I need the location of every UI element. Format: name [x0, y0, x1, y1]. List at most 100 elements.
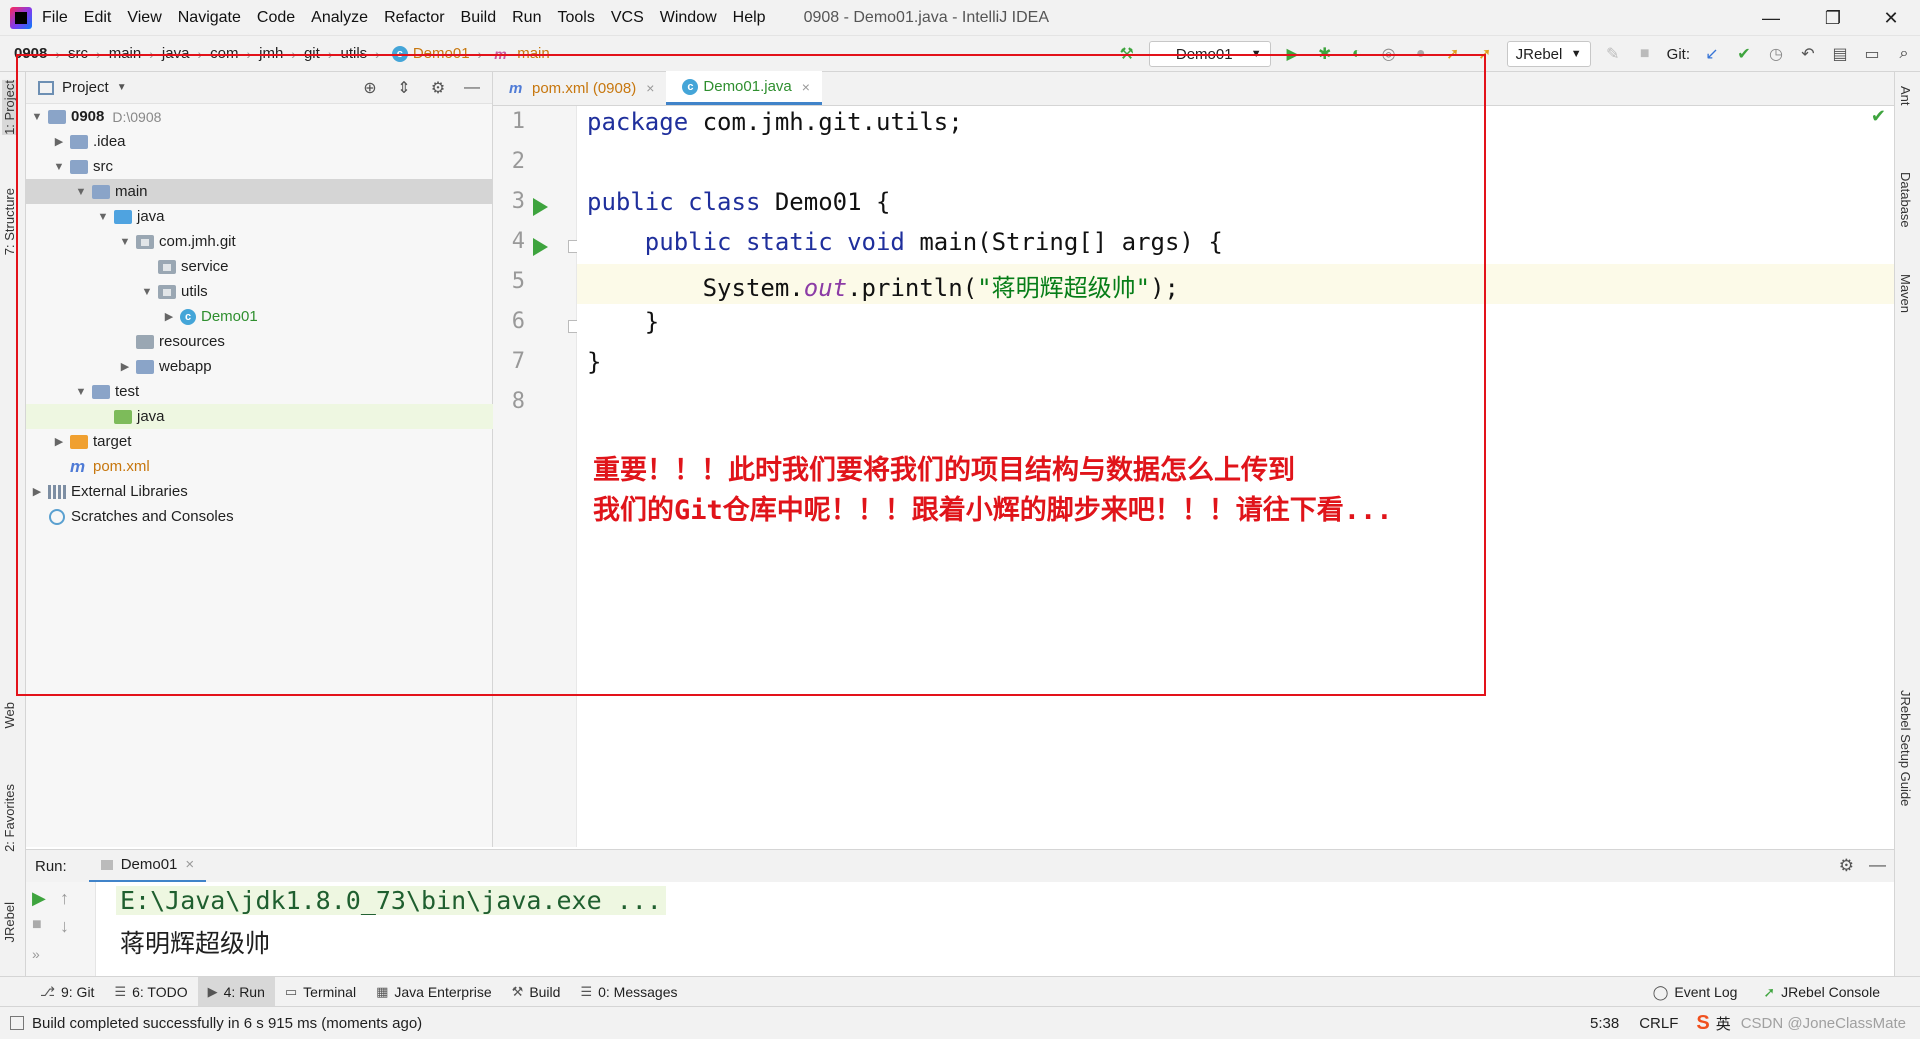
project-structure-icon[interactable]: ▤ [1828, 42, 1852, 66]
breadcrumb-item[interactable]: src [68, 45, 88, 62]
presentation-icon[interactable]: ▭ [1860, 42, 1884, 66]
expand-arrow-icon[interactable]: ▼ [74, 386, 88, 398]
tool-window-todo[interactable]: ☰ 6: TODO [104, 977, 197, 1007]
ime-mode[interactable]: 英 [1716, 1013, 1731, 1034]
line-separator[interactable]: CRLF [1639, 1015, 1678, 1032]
breadcrumb-item[interactable]: main [109, 45, 142, 62]
expand-arrow-icon[interactable]: ▼ [74, 186, 88, 198]
jrebel-debug-icon[interactable]: ➚ [1473, 42, 1497, 66]
breadcrumb-item[interactable]: com [210, 45, 238, 62]
tab-pom-xml[interactable]: m pom.xml (0908) × [493, 71, 666, 105]
gear-icon[interactable]: ⚙ [1839, 856, 1854, 876]
build-hammer-icon[interactable]: ⚒ [1115, 42, 1139, 66]
search-icon[interactable]: ⌕ [1892, 42, 1916, 66]
tool-tab-maven[interactable]: Maven [1898, 274, 1913, 313]
expand-arrow-icon[interactable]: ▼ [30, 111, 44, 123]
breadcrumb-item[interactable]: 0908 [14, 45, 47, 62]
menu-edit[interactable]: Edit [84, 9, 112, 27]
expand-arrow-icon[interactable]: ▶ [118, 360, 132, 373]
menu-file[interactable]: File [42, 9, 68, 27]
tool-tab-favorites[interactable]: 2: Favorites [2, 784, 17, 852]
code-editor[interactable]: ✔ package com.jmh.git.utils; public clas… [577, 106, 1894, 847]
tree-item-selected[interactable]: ▼ main [26, 179, 493, 204]
tree-item[interactable]: ▼ com.jmh.git [26, 229, 493, 254]
jrebel-select[interactable]: JRebel ▼ [1506, 41, 1591, 67]
scroll-down-icon[interactable]: ↓ [60, 916, 69, 937]
restore-button[interactable]: ❐ [1810, 0, 1856, 36]
expand-arrow-icon[interactable]: ▶ [52, 135, 66, 148]
tree-item[interactable]: java [26, 404, 493, 429]
gear-icon[interactable]: ⚙ [426, 76, 450, 100]
tool-window-jrebel-console[interactable]: JRebel Console [1781, 984, 1880, 1000]
tool-tab-project[interactable]: 1: Project [2, 80, 17, 135]
expand-arrow-icon[interactable]: ▶ [30, 485, 44, 498]
status-toggle-icon[interactable] [10, 1016, 24, 1030]
expand-arrow-icon[interactable]: ▼ [96, 211, 110, 223]
project-panel-title[interactable]: Project [62, 79, 109, 96]
menu-navigate[interactable]: Navigate [178, 9, 241, 27]
tool-window-event-log[interactable]: Event Log [1674, 984, 1737, 1000]
tree-item[interactable]: ▶ target [26, 429, 493, 454]
stop-square-icon[interactable]: ■ [1633, 42, 1657, 66]
tool-window-terminal[interactable]: ▭ Terminal [275, 977, 366, 1007]
tool-tab-structure[interactable]: 7: Structure [2, 188, 17, 255]
jrebel-run-icon[interactable]: ➚ [1441, 42, 1465, 66]
caret-position[interactable]: 5:38 [1590, 1015, 1619, 1032]
close-icon[interactable]: × [802, 79, 810, 95]
git-rollback-icon[interactable]: ↶ [1796, 42, 1820, 66]
breadcrumb-item[interactable]: git [304, 45, 320, 62]
minimize-button[interactable]: — [1748, 0, 1794, 36]
expand-arrow-icon[interactable]: ▼ [52, 161, 66, 173]
menu-tools[interactable]: Tools [557, 9, 594, 27]
menu-vcs[interactable]: VCS [611, 9, 644, 27]
menu-refactor[interactable]: Refactor [384, 9, 444, 27]
run-gutter-icon[interactable] [533, 238, 548, 256]
git-update-icon[interactable]: ↙ [1700, 42, 1724, 66]
breadcrumb-item[interactable]: Demo01 [413, 45, 470, 62]
menu-code[interactable]: Code [257, 9, 295, 27]
tree-item[interactable]: ▶ .idea [26, 129, 493, 154]
stop-icon[interactable]: ● [1409, 42, 1433, 66]
tree-item[interactable]: ▼ utils [26, 279, 493, 304]
run-tab-demo01[interactable]: Demo01 × [88, 850, 207, 883]
tool-window-git[interactable]: ⎇ 9: Git [30, 977, 104, 1007]
tool-window-build[interactable]: ⚒ Build [502, 977, 571, 1007]
tool-tab-jrebel-setup[interactable]: JRebel Setup Guide [1898, 690, 1913, 806]
menu-window[interactable]: Window [660, 9, 717, 27]
rerun-icon[interactable]: ▶ [32, 888, 46, 909]
close-window-button[interactable]: ✕ [1868, 0, 1914, 36]
expand-arrow-icon[interactable]: ▶ [162, 310, 176, 323]
stop-square-icon[interactable]: ■ [32, 916, 42, 934]
tree-item[interactable]: ▼ src [26, 154, 493, 179]
menu-build[interactable]: Build [461, 9, 497, 27]
breadcrumb-item[interactable]: java [162, 45, 190, 62]
collapse-all-icon[interactable]: ⇕ [392, 76, 416, 100]
git-commit-icon[interactable]: ✔ [1732, 42, 1756, 66]
tool-window-java-enterprise[interactable]: ▦ Java Enterprise [366, 977, 502, 1007]
tool-window-run[interactable]: ▶ 4: Run [197, 976, 275, 1007]
tool-tab-ant[interactable]: Ant [1898, 86, 1913, 106]
tree-item[interactable]: ▼ java [26, 204, 493, 229]
git-history-icon[interactable]: ◷ [1764, 42, 1788, 66]
breadcrumb-item[interactable]: jmh [259, 45, 283, 62]
coverage-icon[interactable]: ◐ [1345, 42, 1369, 66]
tab-demo01-java[interactable]: c Demo01.java × [666, 71, 822, 105]
tool-window-messages[interactable]: ☰ 0: Messages [570, 977, 687, 1007]
run-icon[interactable]: ▶ [1281, 42, 1305, 66]
expand-arrow-icon[interactable]: ▼ [140, 286, 154, 298]
run-config-select[interactable]: Demo01 ▼ [1148, 41, 1271, 67]
scroll-up-icon[interactable]: ↑ [60, 888, 69, 909]
menu-view[interactable]: View [127, 9, 161, 27]
tree-item[interactable]: ▼ 0908 D:\0908 [26, 104, 493, 129]
inspection-ok-icon[interactable]: ✔ [1871, 106, 1886, 127]
breadcrumb-item[interactable]: main [517, 45, 550, 62]
tree-item[interactable]: ▶ c Demo01 [26, 304, 493, 329]
chevron-down-icon[interactable]: ▼ [117, 82, 127, 93]
tree-item[interactable]: resources [26, 329, 493, 354]
hammer-icon[interactable]: ✎ [1601, 42, 1625, 66]
close-icon[interactable]: × [646, 80, 654, 96]
run-console[interactable]: ▶ ↑ ■ ↓ » E:\Java\jdk1.8.0_73\bin\java.e… [26, 882, 1894, 976]
hide-panel-icon[interactable]: — [460, 76, 484, 100]
locate-icon[interactable]: ⊕ [358, 76, 382, 100]
menu-help[interactable]: Help [733, 9, 766, 27]
